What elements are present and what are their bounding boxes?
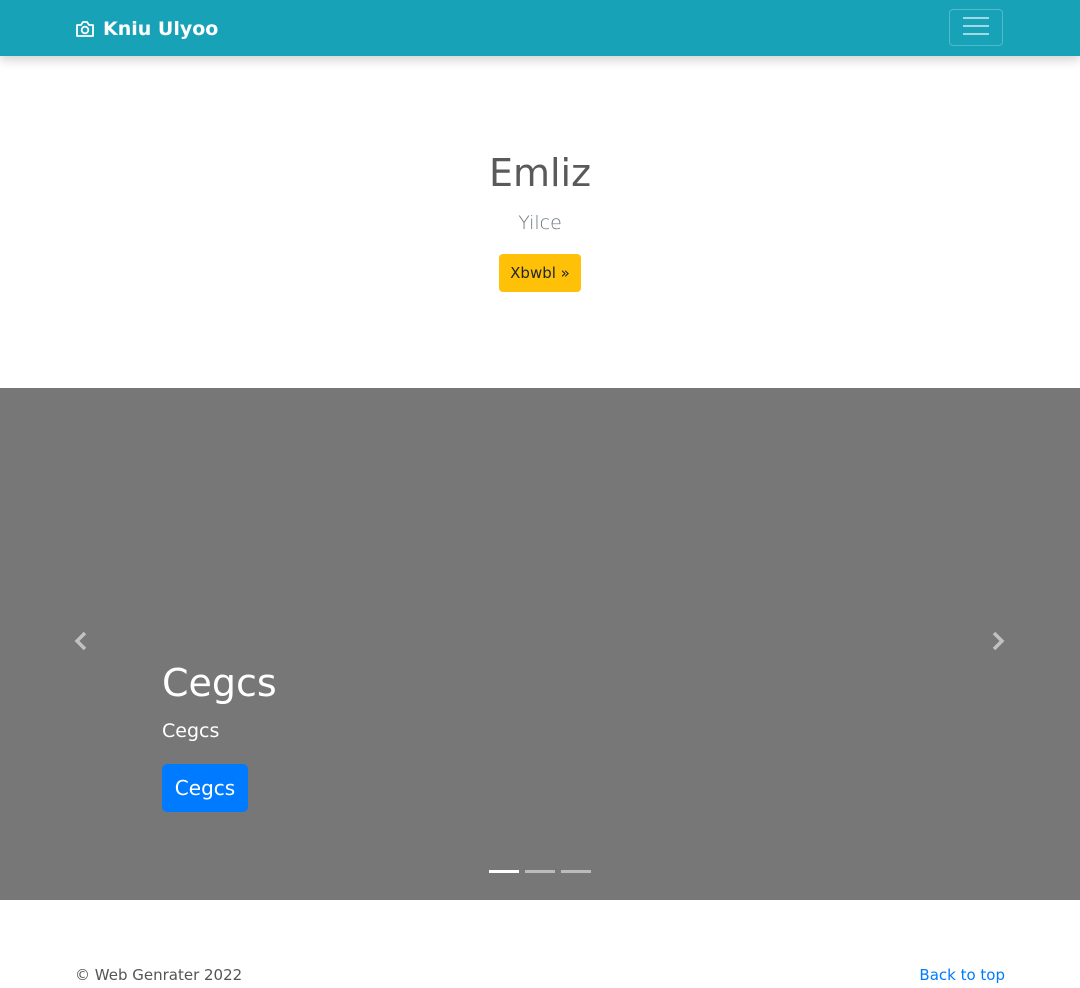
hero-title: Emliz [488,151,592,195]
brand-text: Kniu Ulyoo [103,18,219,40]
carousel-indicators [489,870,591,873]
carousel-indicator-1[interactable] [489,870,519,873]
hero-subtitle: Yilce [518,212,562,234]
back-to-top-link[interactable]: Back to top [919,968,1005,983]
carousel-prev-button[interactable] [66,628,96,658]
footer: © Web Genrater 2022 Back to top [0,900,1080,988]
navbar: Kniu Ulyoo [0,0,1080,56]
carousel: Cegcs Cegcs Cegcs [0,388,1080,900]
hero-section: Emliz Yilce Xbwbl » [0,56,1080,388]
chevron-right-icon [990,631,1006,655]
slide-text: Cegcs [162,720,220,742]
carousel-next-button[interactable] [983,628,1013,658]
copyright-text: © Web Genrater 2022 [75,966,243,984]
carousel-indicator-3[interactable] [561,870,591,873]
chevron-left-icon [73,631,89,655]
navbar-toggler-button[interactable] [949,9,1003,46]
carousel-indicator-2[interactable] [525,870,555,873]
slide-title: Cegcs [162,661,277,705]
camera-icon [75,20,95,38]
brand-link[interactable]: Kniu Ulyoo [75,16,218,42]
slide-cta-button[interactable]: Cegcs [162,764,248,812]
hamburger-menu-icon [963,16,989,40]
hero-cta-button[interactable]: Xbwbl » [499,254,581,292]
